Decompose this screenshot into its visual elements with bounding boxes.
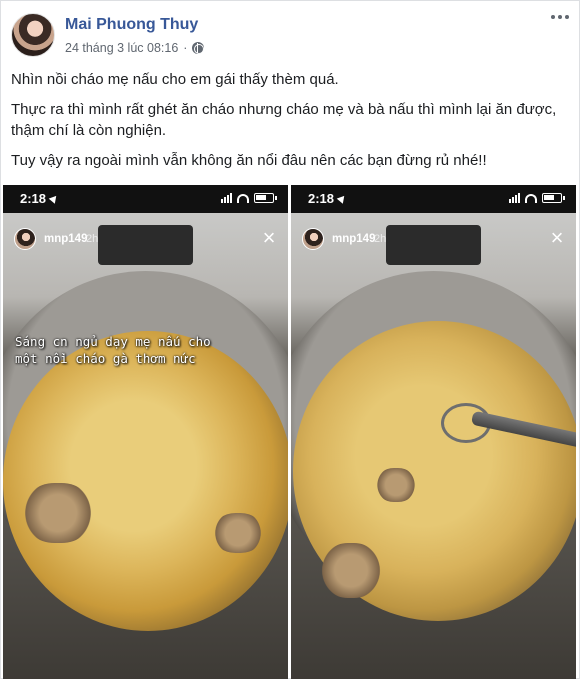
post-paragraph: Nhìn nồi cháo mẹ nấu cho em gái thấy thè… <box>11 71 339 88</box>
battery-icon <box>542 193 565 203</box>
location-arrow-icon <box>48 193 60 204</box>
post-header: Mai Phuong Thuy 24 tháng 3 lúc 08:16 · <box>1 1 580 67</box>
post-paragraph: Tuy vậy ra ngoài mình vẫn không ăn nổi đ… <box>11 152 487 169</box>
post-timestamp[interactable]: 24 tháng 3 lúc 08:16 <box>65 41 178 55</box>
signal-icon <box>221 193 232 203</box>
story-header: mnp149 2h × <box>291 225 576 253</box>
story-age: 2h <box>86 233 99 245</box>
post-photo-right[interactable]: 2:18 mnp149 2h × <box>291 185 576 679</box>
globe-icon[interactable] <box>192 42 205 54</box>
phone-status-bar: 2:18 <box>291 185 576 213</box>
story-header: mnp149 2h × <box>3 225 288 253</box>
close-icon[interactable]: × <box>258 227 280 249</box>
story-username: mnp149 <box>44 233 88 245</box>
author-name-link[interactable]: Mai Phuong Thuy <box>65 16 198 34</box>
story-avatar <box>14 228 36 250</box>
caption-line: Sáng cn ngủ dạy mẹ nấu cho <box>15 334 211 349</box>
story-caption: Sáng cn ngủ dạy mẹ nấu cho một nồi cháo … <box>15 333 277 367</box>
post-text: Nhìn nồi cháo mẹ nấu cho em gái thấy thè… <box>11 69 571 180</box>
post-paragraph: Thực ra thì mình rất ghét ăn cháo nhưng … <box>11 101 557 139</box>
post-meta: 24 tháng 3 lúc 08:16 · <box>65 41 205 55</box>
phone-status-bar: 2:18 <box>3 185 288 213</box>
battery-icon <box>254 193 277 203</box>
caption-line: một nồi cháo gà thơm nức <box>15 351 196 366</box>
wifi-icon <box>525 193 537 203</box>
facebook-post-card: Mai Phuong Thuy 24 tháng 3 lúc 08:16 · N… <box>0 0 580 679</box>
story-username: mnp149 <box>332 233 376 245</box>
close-icon[interactable]: × <box>546 227 568 249</box>
post-photo-left[interactable]: 2:18 mnp149 2h × Sáng cn ngủ dạy mẹ nấu … <box>3 185 288 679</box>
porridge-pot-image <box>3 213 288 679</box>
porridge-pot-image <box>291 213 576 679</box>
wifi-icon <box>237 193 249 203</box>
author-avatar[interactable] <box>11 13 55 57</box>
location-arrow-icon <box>336 193 348 204</box>
status-time: 2:18 <box>20 191 47 206</box>
more-options-icon[interactable] <box>551 15 569 19</box>
story-age: 2h <box>374 233 387 245</box>
story-avatar <box>302 228 324 250</box>
signal-icon <box>509 193 520 203</box>
status-time: 2:18 <box>308 191 335 206</box>
